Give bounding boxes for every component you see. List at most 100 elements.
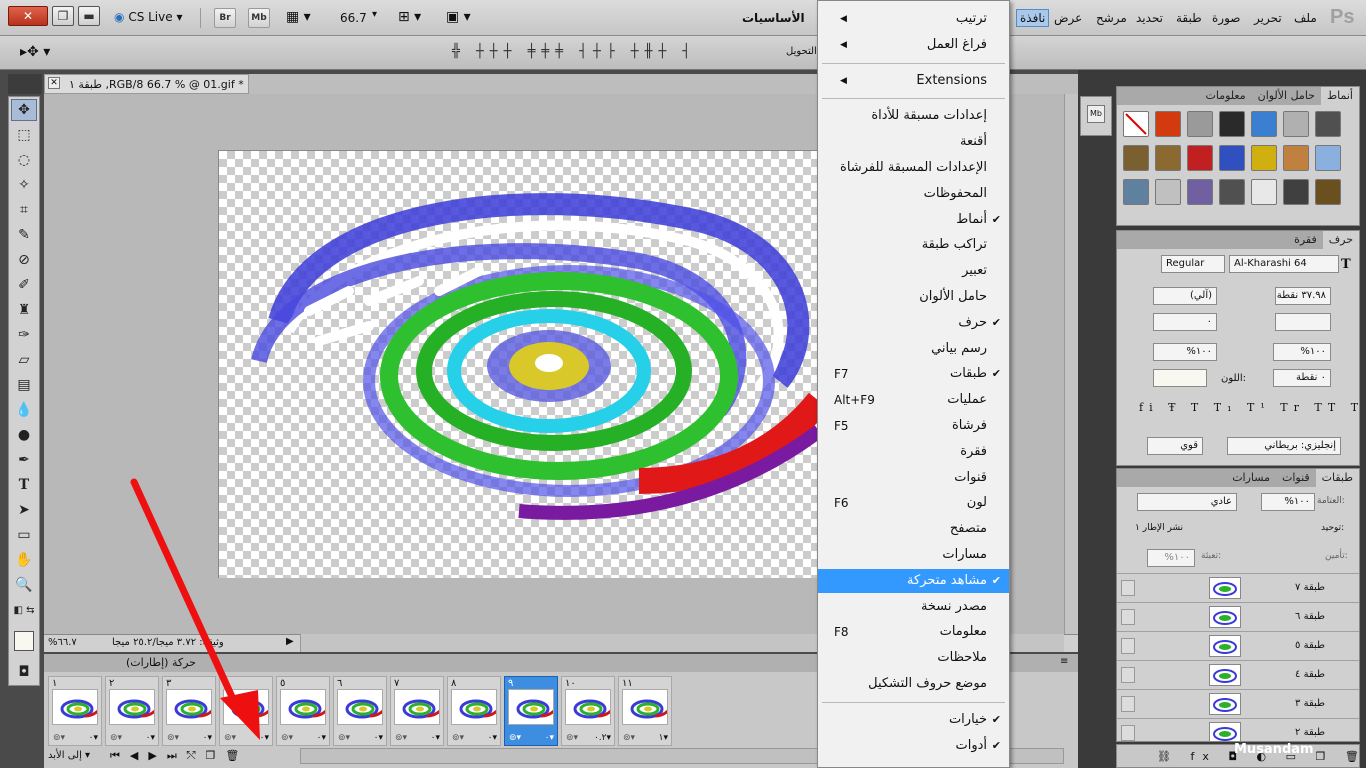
eraser-tool[interactable]: ▱ <box>11 349 37 371</box>
style-swatch[interactable] <box>1155 111 1181 137</box>
style-swatch[interactable] <box>1187 111 1213 137</box>
menu-item[interactable]: فراغ العمل ◀ <box>818 33 1009 57</box>
layer-visibility-toggle[interactable] <box>1121 725 1135 741</box>
path-selection-tool[interactable]: ➤ <box>11 499 37 521</box>
mini-bridge-button[interactable]: Mb <box>248 8 270 28</box>
dodge-tool[interactable]: ● <box>11 424 37 446</box>
type-style-buttons[interactable]: fi Ŧ T T₁ T¹ Tr TT T T <box>1139 401 1366 414</box>
frame-delay[interactable]: ٠.٢▾ <box>594 733 611 743</box>
clone-stamp-tool[interactable]: ♜ <box>11 299 37 321</box>
menu-item[interactable]: حرف ✔ <box>818 311 1009 335</box>
baseline-shift-field[interactable]: ٠ نقطة <box>1273 369 1331 387</box>
blend-mode-select[interactable]: عادي <box>1137 493 1237 511</box>
screen-mode-button[interactable]: ▣ ▾ <box>446 9 471 25</box>
animation-frame[interactable]: ٨ ⊚▾ ٠▾ <box>447 676 501 746</box>
tab-layers[interactable]: طبقات <box>1315 469 1359 487</box>
menu-item[interactable]: Extensions ◀ <box>818 69 1009 93</box>
menu-item[interactable]: خيارات ✔ <box>818 708 1009 732</box>
menu-edit[interactable]: تحرير <box>1254 11 1282 25</box>
animation-frame[interactable]: ١ ⊚▾ ٠▾ <box>48 676 102 746</box>
animation-frame[interactable]: ٥ ⊚▾ ٠▾ <box>276 676 330 746</box>
menu-window[interactable]: نافذة <box>1016 9 1050 27</box>
style-swatch[interactable] <box>1123 179 1149 205</box>
menu-item[interactable]: لون F6 <box>818 491 1009 515</box>
layer-row[interactable]: طبقة ٦ <box>1117 602 1359 631</box>
lasso-tool[interactable]: ◌ <box>11 149 37 171</box>
menu-item[interactable]: عمليات Alt+F9 <box>818 388 1009 412</box>
animation-frame[interactable]: ١١ ⊚▾ ١▾ <box>618 676 672 746</box>
status-zoom[interactable]: %٦٦.٧ <box>48 637 77 648</box>
style-swatch[interactable] <box>1251 111 1277 137</box>
animation-panel-menu-icon[interactable]: ≡ <box>1060 656 1068 667</box>
menu-filter[interactable]: مرشح <box>1096 11 1127 25</box>
style-swatch[interactable] <box>1283 111 1309 137</box>
tab-character[interactable]: حرف <box>1322 231 1359 249</box>
frame-disposal-icon[interactable]: ⊚▾ <box>509 733 521 743</box>
view-extras-button[interactable]: ▦ ▾ <box>286 9 311 25</box>
frame-disposal-icon[interactable]: ⊚▾ <box>281 733 293 743</box>
gradient-tool[interactable]: ▤ <box>11 374 37 396</box>
menu-item[interactable]: مشاهد متحركة ✔ <box>818 568 1009 593</box>
zoom-dropdown-icon[interactable]: ▾ <box>372 9 377 20</box>
style-swatch[interactable] <box>1283 145 1309 171</box>
pen-tool[interactable]: ✒ <box>11 449 37 471</box>
bridge-button[interactable]: Br <box>214 8 236 28</box>
tab-styles[interactable]: أنماط <box>1320 87 1359 105</box>
menu-item[interactable]: مسارات <box>818 543 1009 567</box>
frame-delay[interactable]: ٠▾ <box>317 733 326 743</box>
menu-layer[interactable]: طبقة <box>1176 11 1202 25</box>
menu-item[interactable]: فقرة <box>818 440 1009 464</box>
style-swatch[interactable] <box>1219 179 1245 205</box>
frame-delay[interactable]: ٠▾ <box>89 733 98 743</box>
layer-row[interactable]: طبقة ٢ <box>1117 718 1359 741</box>
menu-item[interactable]: إعدادات مسبقة للأداة <box>818 104 1009 128</box>
status-menu-arrow[interactable]: ▶ <box>286 636 294 647</box>
frame-disposal-icon[interactable]: ⊚▾ <box>338 733 350 743</box>
fill-field[interactable]: ١٠٠% <box>1147 549 1195 567</box>
loop-options-select[interactable]: إلى الأبد ▾ <box>48 750 90 761</box>
menu-item[interactable]: ملاحظات <box>818 646 1009 670</box>
shape-tool[interactable]: ▭ <box>11 524 37 546</box>
playback-controls[interactable]: ⏮◀▶⏭⤲❐🗑 <box>110 749 249 763</box>
magic-wand-tool[interactable]: ✧ <box>11 174 37 196</box>
tool-preset-picker[interactable]: ▸✥ ▾ <box>20 44 50 60</box>
menu-item[interactable]: مصدر نسخة <box>818 595 1009 619</box>
eyedropper-tool[interactable]: ✎ <box>11 224 37 246</box>
layer-row[interactable]: طبقة ٣ <box>1117 689 1359 718</box>
layer-visibility-toggle[interactable] <box>1121 638 1135 654</box>
opacity-field[interactable]: ١٠٠% <box>1261 493 1315 511</box>
style-swatch[interactable] <box>1187 179 1213 205</box>
frame-delay[interactable]: ٠▾ <box>545 733 554 743</box>
mini-bridge-strip[interactable]: Mb <box>1080 96 1112 136</box>
frame-disposal-icon[interactable]: ⊚▾ <box>395 733 407 743</box>
antialias-select[interactable]: قوي <box>1147 437 1203 455</box>
style-swatch[interactable] <box>1315 145 1341 171</box>
menu-item[interactable]: فرشاة F5 <box>818 414 1009 438</box>
layer-row[interactable]: طبقة ٤ <box>1117 660 1359 689</box>
frame-delay[interactable]: ١▾ <box>659 733 668 743</box>
vertical-scrollbar[interactable] <box>1064 94 1078 634</box>
language-select[interactable]: إنجليزي: بريطاني <box>1227 437 1341 455</box>
tab-swatches[interactable]: حامل الألوان <box>1252 87 1321 105</box>
style-swatch[interactable] <box>1219 145 1245 171</box>
animation-frame[interactable]: ٩ ⊚▾ ٠▾ <box>504 676 558 746</box>
menu-item[interactable]: ترتيب ◀ <box>818 7 1009 31</box>
menu-item[interactable]: حامل الألوان <box>818 285 1009 309</box>
history-brush-tool[interactable]: ✑ <box>11 324 37 346</box>
tracking-field[interactable]: ٠ <box>1153 313 1217 331</box>
blur-tool[interactable]: 💧 <box>11 399 37 421</box>
menu-item[interactable]: المحفوظات <box>818 182 1009 206</box>
tab-channels[interactable]: قنوات <box>1276 469 1316 487</box>
layer-row[interactable]: طبقة ٥ <box>1117 631 1359 660</box>
menu-item[interactable]: أنماط ✔ <box>818 208 1009 232</box>
menu-item[interactable]: أدوات ✔ <box>818 734 1009 758</box>
style-swatch[interactable] <box>1251 145 1277 171</box>
text-color-swatch[interactable] <box>1153 369 1207 387</box>
zoom-tool[interactable]: 🔍 <box>11 574 37 596</box>
close-window-button[interactable]: ✕ <box>8 6 48 26</box>
font-family-select[interactable]: Al-Kharashi 64 <box>1229 255 1339 273</box>
tab-info[interactable]: معلومات <box>1199 87 1251 105</box>
animation-frame[interactable]: ٦ ⊚▾ ٠▾ <box>333 676 387 746</box>
layer-row[interactable]: طبقة ٧ <box>1117 573 1359 602</box>
frame-delay[interactable]: ٠▾ <box>431 733 440 743</box>
